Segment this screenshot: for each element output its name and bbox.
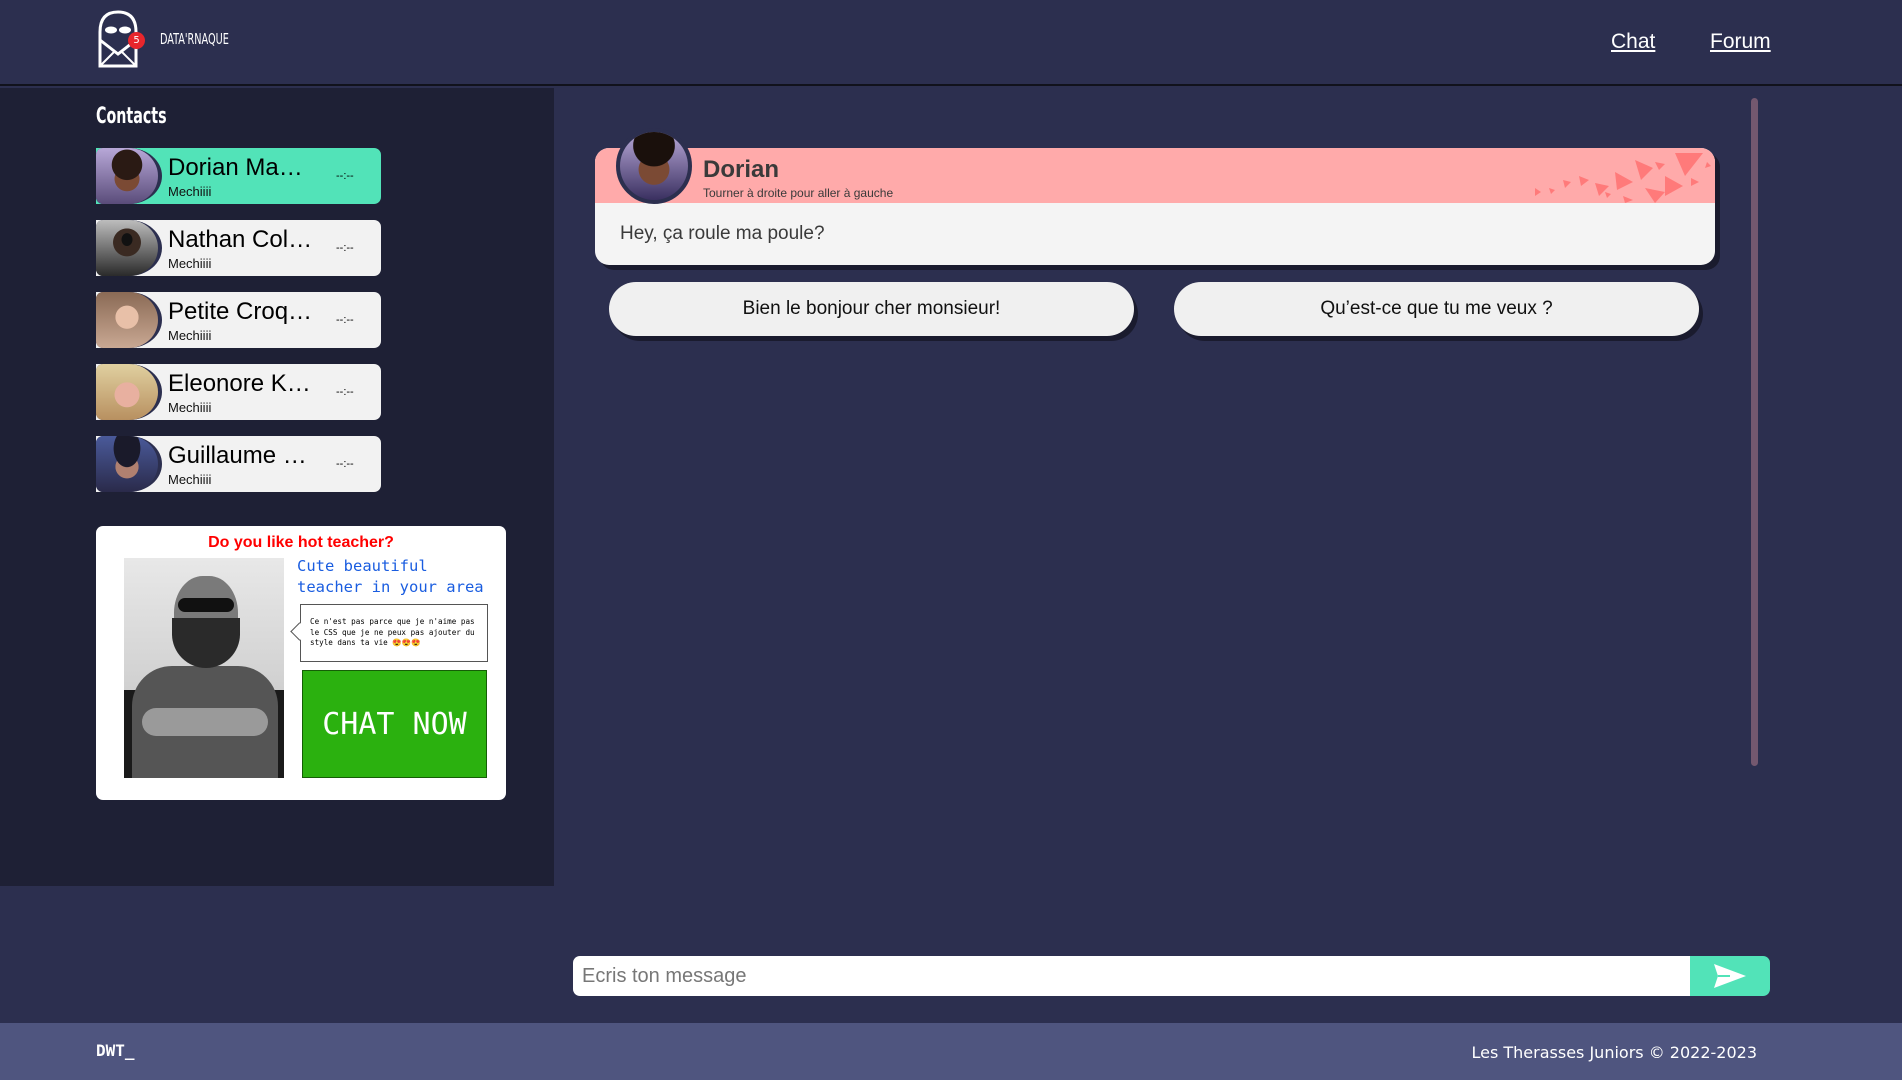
reply-option-button[interactable]: Qu’est-ce que tu me veux ? xyxy=(1174,282,1699,336)
contact-time: --:-- xyxy=(336,170,354,182)
contacts-sidebar: Contacts Dorian Ma… Mechiiii --:-- Natha… xyxy=(0,88,554,886)
ad-title: Do you like hot teacher? xyxy=(208,534,394,551)
ad-tagline-line: teacher in your area xyxy=(297,578,484,596)
ad-speech-bubble: Ce n'est pas parce que je n'aime pas le … xyxy=(300,604,488,662)
ad-tagline-line: Cute beautiful xyxy=(297,557,428,575)
chat-now-button[interactable]: CHAT NOW xyxy=(302,670,487,778)
contact-name: Dorian Ma… xyxy=(168,154,303,181)
contacts-title: Contacts xyxy=(96,104,167,129)
contact-time: --:-- xyxy=(336,242,354,254)
sender-name: Dorian xyxy=(703,156,780,183)
contact-time: --:-- xyxy=(336,386,354,398)
ad-tagline: Cute beautiful teacher in your area xyxy=(297,556,484,598)
teacher-ad-banner[interactable]: Do you like hot teacher? Cute beautiful … xyxy=(96,526,506,800)
nav-link-forum[interactable]: Forum xyxy=(1710,30,1771,54)
contact-item[interactable]: Guillaume … Mechiiii --:-- xyxy=(96,436,381,492)
chat-area: Hey, ça roule ma poule? Dorian Tourner à… xyxy=(554,88,1902,886)
ad-teacher-photo xyxy=(124,558,284,778)
message-composer xyxy=(573,956,1770,996)
sender-status: Tourner à droite pour aller à gauche xyxy=(703,186,894,200)
avatar xyxy=(96,436,162,492)
contact-subtitle: Mechiiii xyxy=(168,472,212,487)
send-button[interactable] xyxy=(1690,956,1770,996)
contact-name: Guillaume … xyxy=(168,442,307,469)
brand-name: DATA'RNAQUE xyxy=(160,30,229,48)
contact-time: --:-- xyxy=(336,314,354,326)
contact-subtitle: Mechiiii xyxy=(168,256,212,271)
avatar xyxy=(96,148,162,204)
triangles-decoration-icon xyxy=(1535,153,1711,203)
reply-option-button[interactable]: Bien le bonjour cher monsieur! xyxy=(609,282,1134,336)
footer: DWT_ Les Therasses Juniors © 2022-2023 xyxy=(0,1023,1902,1080)
footer-copyright: Les Therasses Juniors © 2022-2023 xyxy=(1471,1043,1757,1062)
contact-item[interactable]: Dorian Ma… Mechiiii --:-- xyxy=(96,148,381,204)
notification-badge: 5 xyxy=(128,32,145,49)
contact-name: Nathan Col… xyxy=(168,226,313,253)
contact-subtitle: Mechiiii xyxy=(168,328,212,343)
contact-subtitle: Mechiiii xyxy=(168,184,212,199)
contact-item[interactable]: Eleonore K… Mechiiii --:-- xyxy=(96,364,381,420)
send-paper-plane-icon xyxy=(1714,964,1746,988)
message-text: Hey, ça roule ma poule? xyxy=(620,223,825,244)
message-input[interactable] xyxy=(573,956,1690,996)
contact-item[interactable]: Nathan Col… Mechiiii --:-- xyxy=(96,220,381,276)
contact-subtitle: Mechiiii xyxy=(168,400,212,415)
avatar xyxy=(96,220,162,276)
contact-time: --:-- xyxy=(336,458,354,470)
footer-logo: DWT_ xyxy=(96,1041,135,1060)
contact-item[interactable]: Petite Croq… Mechiiii --:-- xyxy=(96,292,381,348)
sender-avatar xyxy=(616,128,692,204)
contact-name: Petite Croq… xyxy=(168,298,313,325)
chat-scrollbar[interactable] xyxy=(1751,98,1758,766)
top-header: 5 DATA'RNAQUE Chat Forum xyxy=(0,0,1902,86)
nav-link-chat[interactable]: Chat xyxy=(1611,30,1655,54)
contact-name: Eleonore K… xyxy=(168,370,311,397)
avatar xyxy=(96,364,162,420)
avatar xyxy=(96,292,162,348)
